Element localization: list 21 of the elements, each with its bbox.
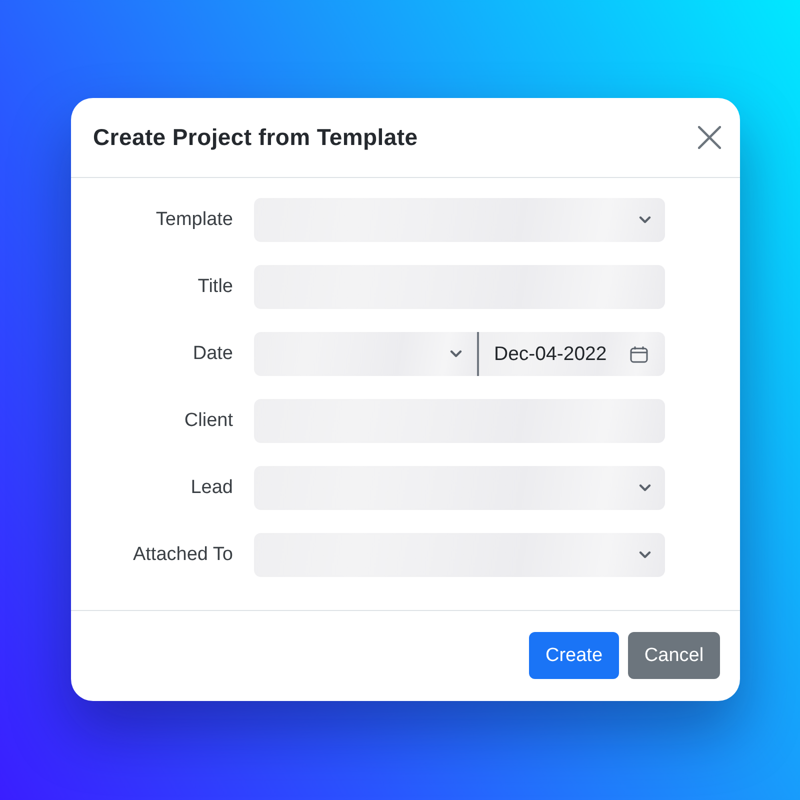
dropdown-field[interactable] (254, 332, 477, 376)
dialog-title: Create Project from Template (93, 124, 418, 151)
dropdown-field[interactable] (254, 466, 665, 510)
chevron-down-icon (639, 551, 651, 559)
dropdown-field[interactable] (254, 198, 665, 242)
date-field[interactable]: Dec-04-2022 (479, 332, 665, 376)
chevron-down-icon (450, 350, 462, 358)
field-label: Template (154, 209, 233, 231)
calendar-icon (630, 346, 648, 362)
close-button[interactable] (698, 126, 721, 149)
field-label: Title (196, 276, 233, 298)
create-button[interactable]: Create (529, 632, 619, 679)
field-label: Client (183, 410, 233, 432)
cancel-button[interactable]: Cancel (628, 632, 720, 679)
chevron-down-icon (639, 216, 651, 224)
field-label: Date (192, 343, 233, 365)
dropdown-field[interactable] (254, 533, 665, 577)
close-icon (698, 126, 721, 149)
chevron-down-icon (639, 484, 651, 492)
field-label: Lead (190, 477, 233, 499)
field-label: Attached To (132, 544, 233, 566)
